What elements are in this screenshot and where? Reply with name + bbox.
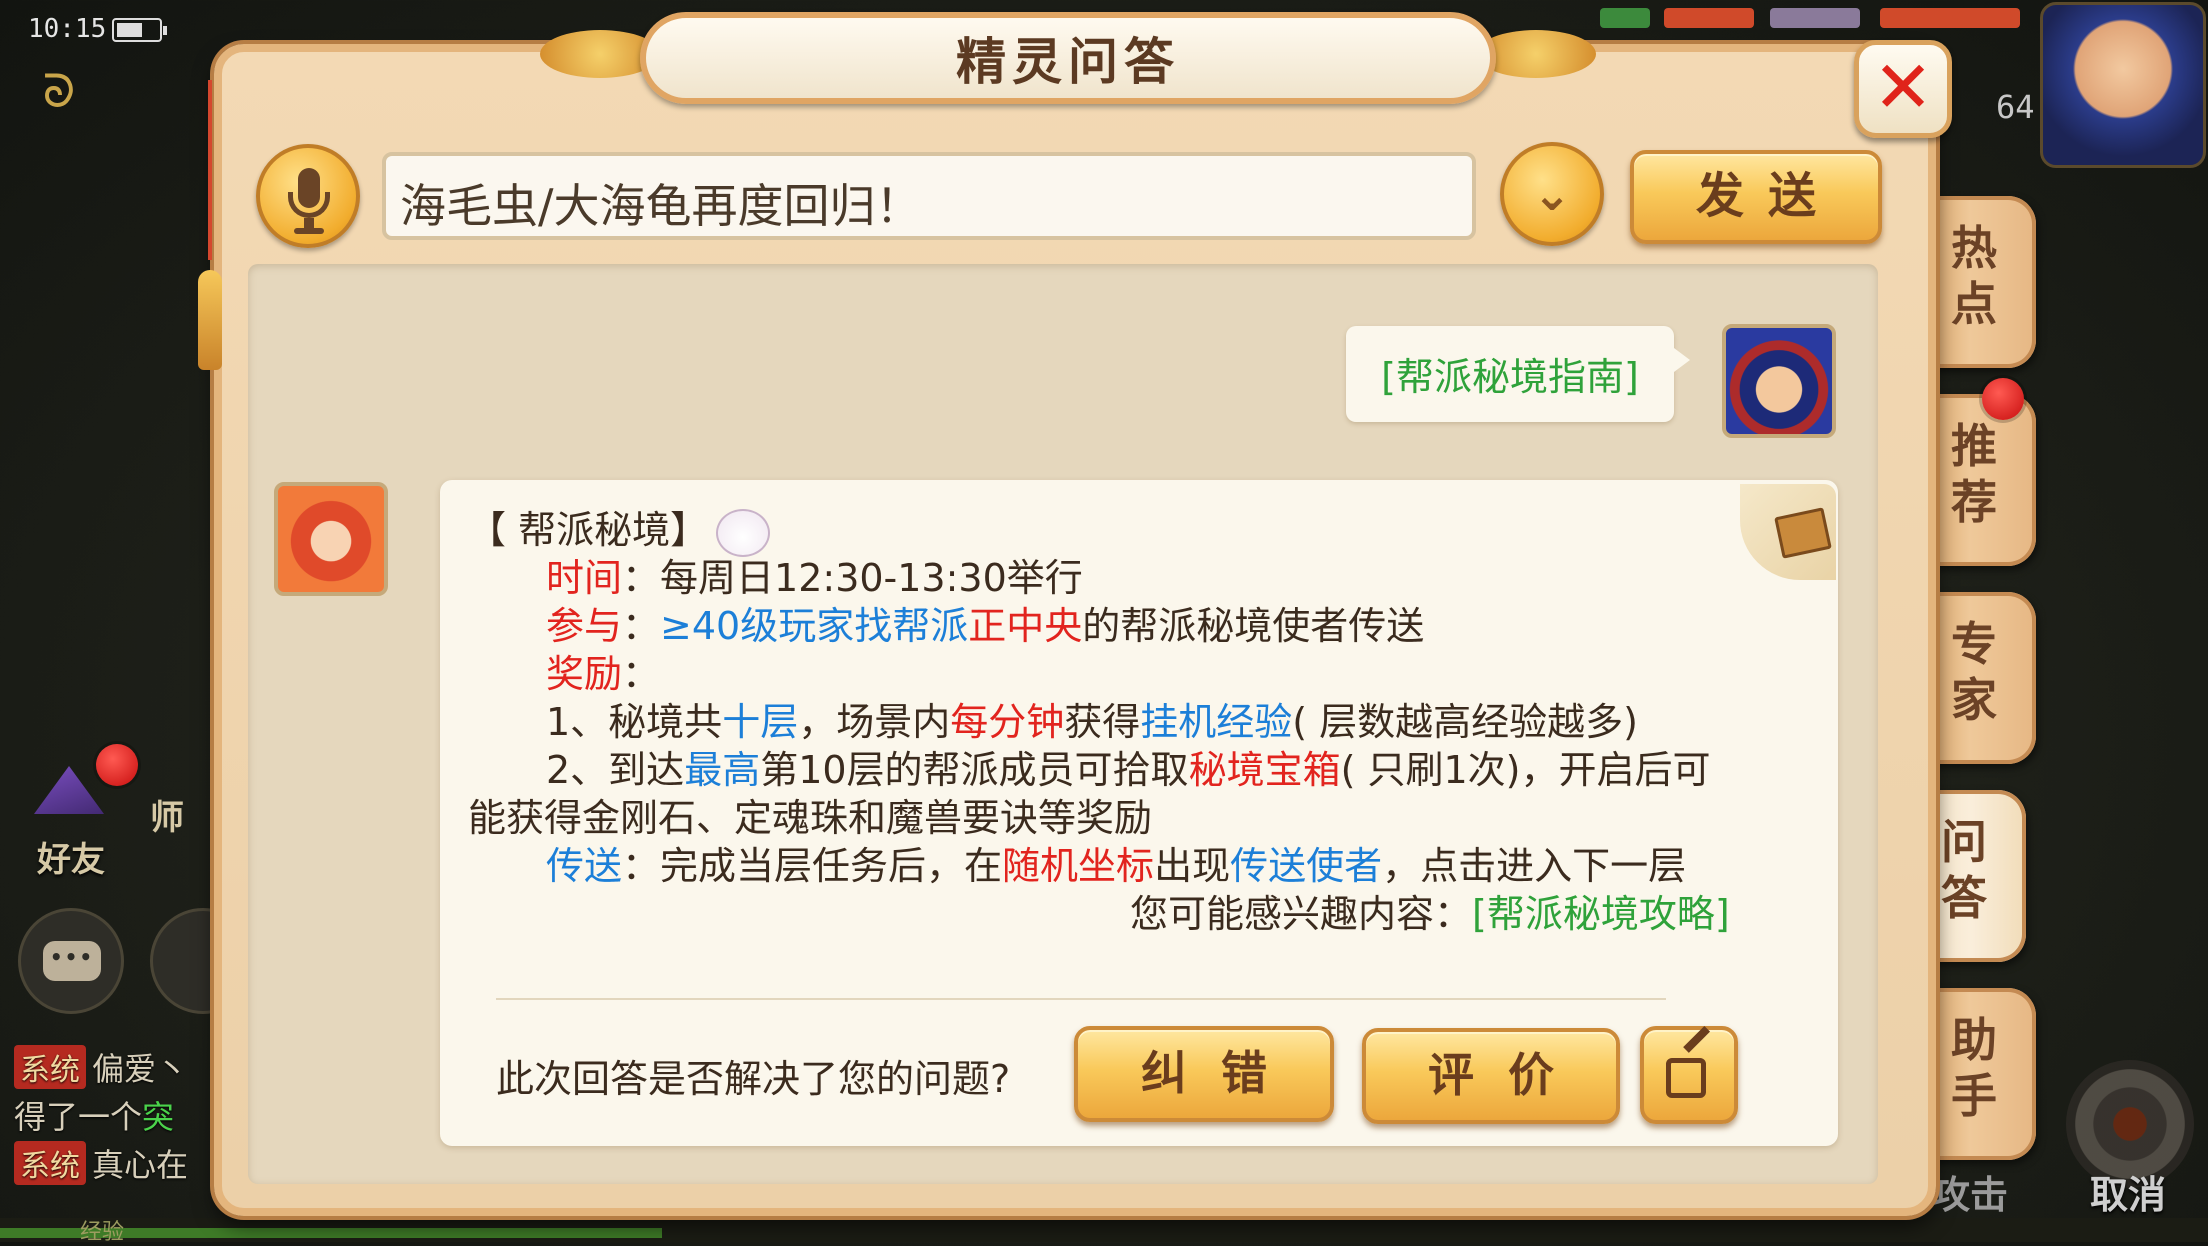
tassel-decoration	[196, 80, 224, 380]
join-tail: 的帮派秘境使者传送	[1082, 604, 1425, 648]
chat-button[interactable]	[18, 908, 124, 1014]
tab-assistant[interactable]: 助手	[1926, 988, 2036, 1160]
join-label: 参与	[546, 604, 623, 648]
text-blue: 最高	[684, 748, 761, 792]
answer-heading-line: 【 帮派秘境】	[468, 506, 771, 557]
answer-reward-2: 2、到达最高第10层的帮派成员可拾取秘境宝箱( 只刷1次)，开启后可	[546, 746, 1711, 794]
system-tag: 系统	[14, 1141, 86, 1185]
npc-avatar	[274, 482, 388, 596]
text: ，场景内	[798, 700, 951, 744]
chat-line: 得了一个突	[14, 1092, 174, 1138]
chat-line: 系统 真心在	[14, 1140, 188, 1186]
text: 完成当层任务后，在	[660, 844, 1003, 888]
text-red: 秘境宝箱	[1188, 748, 1341, 792]
friend-notification-dot	[96, 744, 138, 786]
time-value: 每周日12:30-13:30举行	[660, 556, 1083, 600]
system-tag: 系统	[14, 1045, 86, 1089]
answer-reward-1: 1、秘境共十层，场景内每分钟获得挂机经验( 层数越高经验越多)	[546, 698, 1638, 746]
tab-label: 问答	[1941, 815, 1987, 925]
divider	[496, 998, 1666, 1000]
battery-icon	[112, 18, 167, 42]
feedback-question: 此次回答是否解决了您的问题?	[496, 1057, 1011, 1101]
rate-button[interactable]: 评价	[1362, 1028, 1620, 1124]
answer-join-line: 参与：≥40级玩家找帮派正中央的帮派秘境使者传送	[546, 604, 1425, 648]
text: ( 层数越高经验越多)	[1292, 700, 1638, 744]
answer-reward-line: 奖励：	[546, 652, 661, 696]
tab-label: 助手	[1951, 1013, 1997, 1123]
player-avatar[interactable]	[2040, 2, 2206, 168]
tab-hot[interactable]: 热点	[1926, 196, 2036, 368]
tab-expert[interactable]: 专家	[1926, 592, 2036, 764]
report-error-button[interactable]: 纠错	[1074, 1026, 1334, 1122]
panel-title: 精灵问答	[956, 33, 1180, 91]
chat-text: 真心在	[92, 1146, 189, 1184]
tab-label: 专家	[1951, 617, 1997, 727]
user-message-text[interactable]: [帮派秘境指南]	[1346, 346, 1674, 401]
interest-link[interactable]: [帮派秘境攻略]	[1472, 892, 1730, 936]
tab-label: 推荐	[1951, 419, 1997, 529]
teleport-label: 传送	[546, 844, 623, 888]
text: 1、秘境共	[546, 700, 723, 744]
close-button[interactable]: ✕	[1854, 40, 1952, 138]
reward-label: 奖励	[546, 652, 623, 696]
chevron-down-icon: ⌄	[1532, 167, 1572, 221]
answer-heading: 【 帮派秘境】	[468, 508, 709, 552]
dropdown-button[interactable]: ⌄	[1500, 142, 1604, 246]
share-icon	[1666, 1058, 1706, 1098]
attack-label: 攻击	[1932, 1173, 2009, 1217]
pet-emoji-icon	[716, 508, 771, 557]
chat-bubble-icon	[43, 941, 101, 981]
text: 出现	[1154, 844, 1231, 888]
share-button[interactable]	[1640, 1025, 1738, 1124]
chat-text: 得了一个	[14, 1098, 143, 1136]
player-level: 64	[1996, 88, 2035, 126]
exp-bar	[0, 1218, 2208, 1242]
text: 获得	[1064, 700, 1141, 744]
join-red: 正中央	[968, 604, 1083, 648]
status-time: 10:15	[28, 14, 107, 44]
question-input[interactable]: 海毛虫/大海龟再度回归！	[382, 152, 1476, 240]
answer-interest-line: 您可能感兴趣内容：[帮派秘境攻略]	[1130, 890, 1730, 938]
friend-label: 好友	[37, 840, 105, 880]
text: 能获得金刚石、定魂珠和魔兽要诀等奖励	[468, 796, 1153, 840]
back-swirl-icon[interactable]: ᘐ	[32, 64, 86, 118]
text: ( 只刷1次)，开启后可	[1340, 748, 1711, 792]
interest-prefix: 您可能感兴趣内容：	[1130, 892, 1473, 936]
text: 第10层的帮派成员可拾取	[760, 748, 1189, 792]
tab-recommend[interactable]: 推荐	[1926, 394, 2036, 566]
send-button[interactable]: 发送	[1630, 150, 1882, 244]
text-blue: 十层	[722, 700, 799, 744]
answer-teleport-line: 传送：完成当层任务后，在随机坐标出现传送使者，点击进入下一层	[546, 844, 1687, 888]
text: 2、到达	[546, 748, 685, 792]
voice-input-button[interactable]	[256, 144, 360, 248]
user-message-bubble: [帮派秘境指南]	[1346, 326, 1690, 422]
answer-reward-2-cont: 能获得金刚石、定魂珠和魔兽要诀等奖励	[468, 794, 1152, 842]
chat-highlight: 突	[142, 1098, 175, 1136]
answer-time-line: 时间：每周日12:30-13:30举行	[546, 556, 1083, 600]
user-avatar	[1722, 324, 1836, 438]
party-hp-bars	[1600, 2, 2030, 42]
time-label: 时间	[546, 556, 623, 600]
recommend-notification-dot	[1982, 378, 2024, 420]
text-blue: 传送使者	[1230, 844, 1383, 888]
text: ，点击进入下一层	[1382, 844, 1687, 888]
text-red: 每分钟	[950, 700, 1065, 744]
join-blue: ≥40级玩家找帮派	[660, 604, 969, 648]
cancel-label: 取消	[2090, 1173, 2167, 1217]
tab-label: 热点	[1951, 221, 1997, 331]
friend-hat-icon	[34, 766, 104, 814]
text-red: 随机坐标	[1002, 844, 1155, 888]
text-blue: 挂机经验	[1140, 700, 1293, 744]
chat-text: 偏爱丶	[92, 1050, 189, 1088]
chat-line: 系统 偏爱丶	[14, 1044, 188, 1090]
exp-label: 经验	[80, 1220, 125, 1245]
